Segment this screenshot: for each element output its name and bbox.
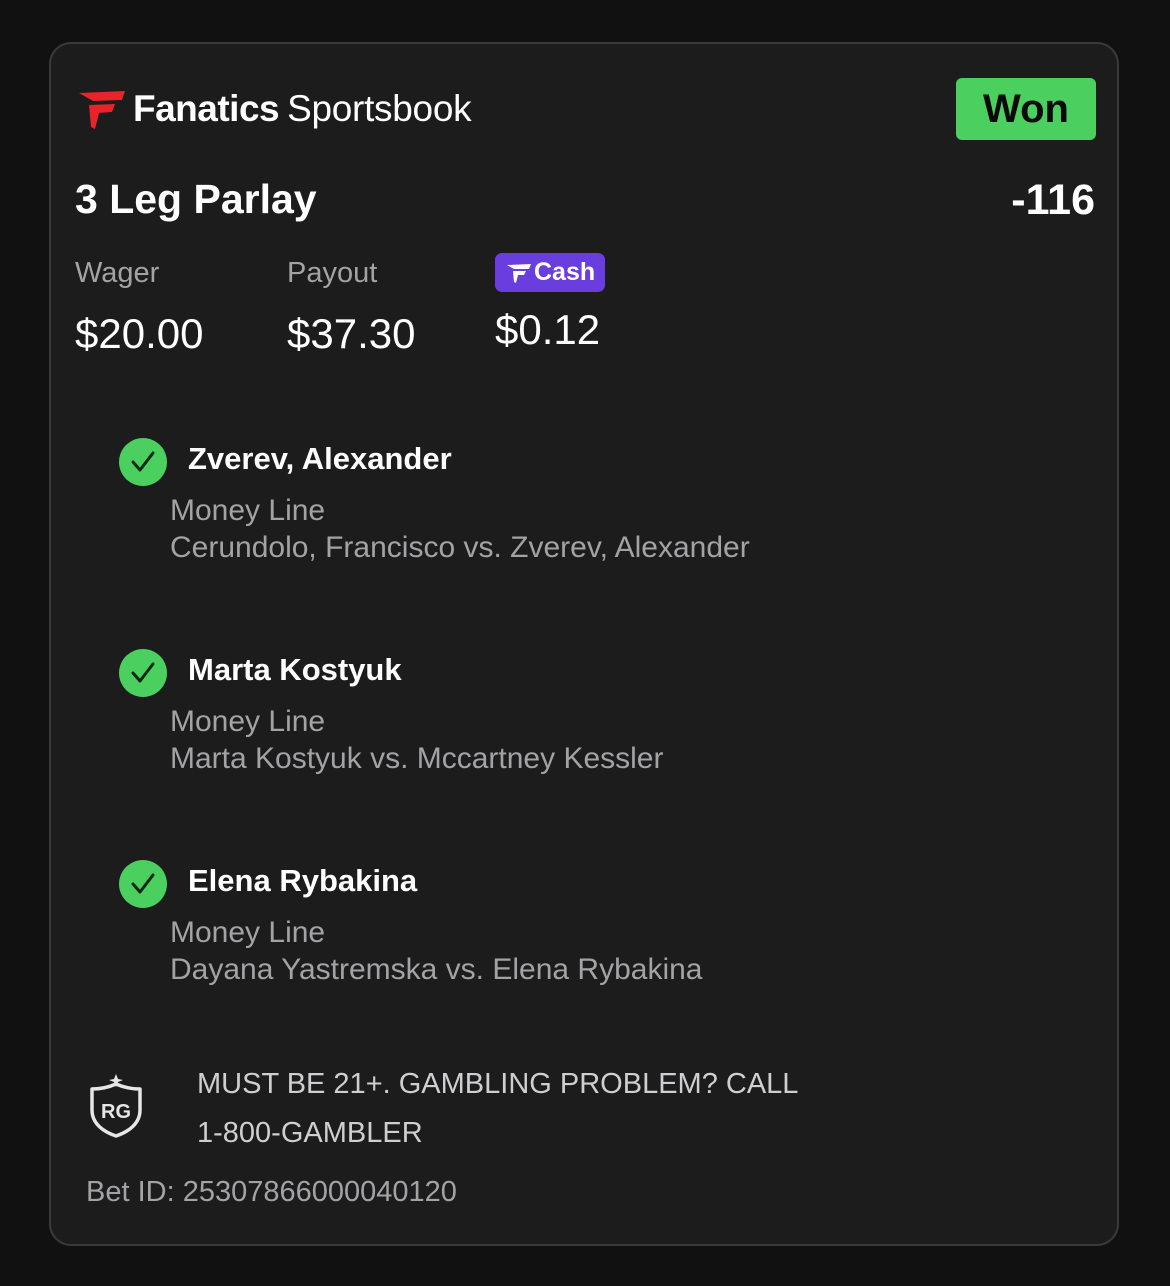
leg-market: Money Line bbox=[170, 705, 326, 738]
brand-header: Fanatics Sportsbook bbox=[75, 86, 472, 132]
bet-title: 3 Leg Parlay bbox=[75, 176, 317, 222]
brand-name-light: Sportsbook bbox=[287, 88, 472, 129]
won-status-badge: Won bbox=[956, 78, 1096, 140]
brand-name-bold: Fanatics bbox=[133, 88, 280, 129]
leg-event: Dayana Yastremska vs. Elena Rybakina bbox=[170, 953, 703, 986]
rg-shield-icon: RG bbox=[90, 1074, 142, 1138]
leg-market: Money Line bbox=[170, 494, 326, 527]
rg-icon-text: RG bbox=[101, 1101, 131, 1123]
fanatics-logo-icon bbox=[79, 91, 125, 129]
fcash-logo-icon bbox=[507, 263, 531, 283]
rg-notice-line2: 1-800-GAMBLER bbox=[197, 1117, 423, 1149]
wager-value: $20.00 bbox=[75, 310, 204, 357]
leg-event: Cerundolo, Francisco vs. Zverev, Alexand… bbox=[170, 531, 750, 564]
payout-value: $37.30 bbox=[287, 310, 416, 357]
payout-stat: Payout $37.30 bbox=[287, 252, 415, 358]
leg-event: Marta Kostyuk vs. Mccartney Kessler bbox=[170, 742, 664, 775]
wager-label: Wager bbox=[75, 257, 160, 289]
leg-market: Money Line bbox=[170, 916, 326, 949]
payout-label: Payout bbox=[287, 257, 378, 289]
leg-selection: Zverev, Alexander bbox=[188, 441, 452, 476]
bet-slip-card: Fanatics Sportsbook Won 3 Leg Parlay -11… bbox=[49, 42, 1119, 1246]
fcash-value: $0.12 bbox=[495, 306, 601, 353]
checkmark-icon bbox=[119, 860, 167, 908]
fcash-label: Cash bbox=[534, 258, 596, 286]
wager-stat: Wager $20.00 bbox=[75, 252, 203, 358]
fcash-badge: Cash bbox=[495, 253, 606, 292]
responsible-gaming-notice: MUST BE 21+. GAMBLING PROBLEM? CALL 1-80… bbox=[197, 1060, 857, 1158]
fcash-stat: Cash $0.12 bbox=[495, 252, 606, 354]
rg-notice-line1: MUST BE 21+. GAMBLING PROBLEM? CALL bbox=[197, 1068, 799, 1100]
checkmark-icon bbox=[119, 649, 167, 697]
bet-odds: -116 bbox=[1011, 176, 1095, 224]
checkmark-icon bbox=[119, 438, 167, 486]
leg-selection: Marta Kostyuk bbox=[188, 652, 402, 687]
bet-id: Bet ID: 25307866000040120 bbox=[86, 1176, 457, 1208]
leg-selection: Elena Rybakina bbox=[188, 863, 418, 898]
